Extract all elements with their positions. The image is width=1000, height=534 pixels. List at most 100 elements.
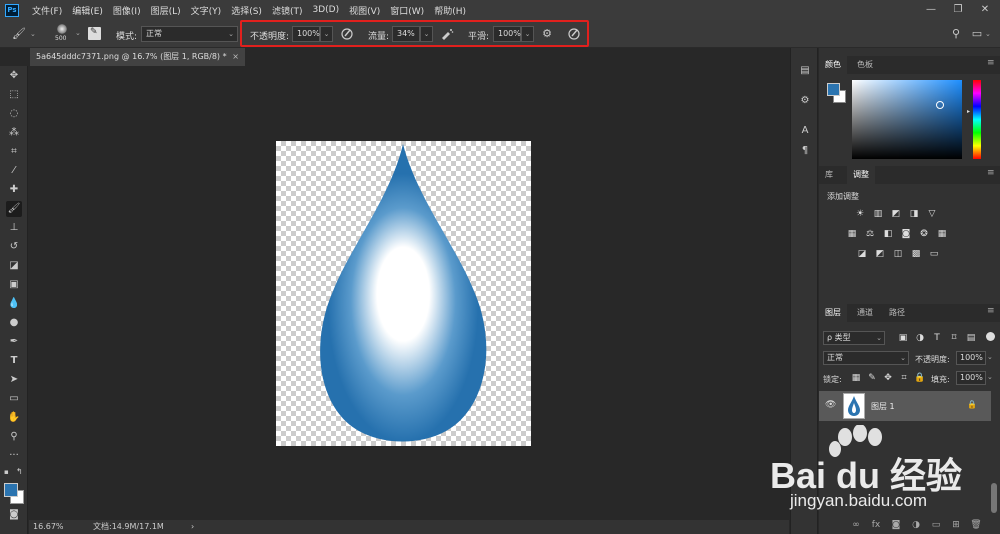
hand-tool-icon[interactable]: ✋ <box>6 410 22 426</box>
menu-filter[interactable]: 滤镜(T) <box>267 4 308 17</box>
hue-saturation-icon[interactable]: ▦ <box>846 228 858 240</box>
new-layer-icon[interactable]: ⊞ <box>949 518 963 532</box>
more-tools-icon[interactable]: ··· <box>6 448 22 464</box>
layer-style-fx-icon[interactable]: fx <box>869 518 883 532</box>
blend-mode-select[interactable]: 正常 ⌄ <box>823 351 909 365</box>
delete-layer-icon[interactable]: 🗑 <box>969 518 983 532</box>
gradient-tool-icon[interactable]: ▣ <box>6 277 22 293</box>
foreground-color-swatch[interactable] <box>4 483 18 497</box>
filter-pixel-icon[interactable]: ▣ <box>897 332 909 344</box>
history-brush-tool-icon[interactable]: ↺ <box>6 239 22 255</box>
rectangle-tool-icon[interactable]: ▭ <box>6 391 22 407</box>
selective-color-icon[interactable]: ▩ <box>910 248 922 260</box>
document-canvas[interactable] <box>276 141 531 446</box>
menu-type[interactable]: 文字(Y) <box>186 4 227 17</box>
brush-tool-icon[interactable]: 🖌 <box>6 201 22 217</box>
lock-artboard-icon[interactable]: ⌗ <box>898 372 910 384</box>
black-white-icon[interactable]: ◧ <box>882 228 894 240</box>
menu-image[interactable]: 图像(I) <box>108 4 146 17</box>
tab-layers[interactable]: 图层 <box>819 304 847 322</box>
layer-name[interactable]: 图层 1 <box>871 401 895 412</box>
quick-select-tool-icon[interactable]: ⁂ <box>6 125 22 141</box>
lock-transparent-icon[interactable]: ▦ <box>850 372 862 384</box>
add-mask-icon[interactable]: ◙ <box>889 518 903 532</box>
history-panel-icon[interactable]: ▤ <box>797 63 813 79</box>
minimize-button[interactable]: — <box>918 2 944 17</box>
workspace-chevron-icon[interactable]: ⌄ <box>985 30 991 38</box>
menu-view[interactable]: 视图(V) <box>344 4 385 17</box>
filter-toggle[interactable] <box>986 332 995 341</box>
brush-size-picker[interactable]: 500 <box>52 23 72 45</box>
menu-file[interactable]: 文件(F) <box>27 4 67 17</box>
layer-opacity-input[interactable]: 100% <box>956 351 986 365</box>
default-colors-icon[interactable]: ▪ <box>4 468 9 476</box>
tab-adjustments[interactable]: 调整 <box>847 166 875 184</box>
clone-stamp-tool-icon[interactable]: ⊥ <box>6 220 22 236</box>
workspace-icon[interactable]: ▭ <box>970 27 984 41</box>
blur-tool-icon[interactable]: 💧 <box>6 296 22 312</box>
color-picker-field[interactable] <box>852 80 962 159</box>
hue-slider[interactable] <box>973 80 981 159</box>
menu-3d[interactable]: 3D(D) <box>307 5 344 15</box>
status-menu-arrow[interactable]: › <box>191 520 194 534</box>
pen-tool-icon[interactable]: ✒ <box>6 334 22 350</box>
eyedropper-tool-icon[interactable]: ⁄ <box>6 163 22 179</box>
brush-settings-toggle-icon[interactable]: ✎ <box>88 27 101 40</box>
tool-preset-chevron-icon[interactable]: ⌄ <box>30 30 36 38</box>
brush-tool-preset-icon[interactable]: 🖌 <box>12 27 26 41</box>
eraser-tool-icon[interactable]: ◪ <box>6 258 22 274</box>
layer-row[interactable]: 👁 图层 1 🔒 <box>819 391 991 421</box>
menu-edit[interactable]: 编辑(E) <box>67 4 108 17</box>
tab-color[interactable]: 颜色 <box>819 56 847 74</box>
menu-select[interactable]: 选择(S) <box>226 4 267 17</box>
gradient-map-icon[interactable]: ▭ <box>928 248 940 260</box>
threshold-icon[interactable]: ◫ <box>892 248 904 260</box>
exposure-icon[interactable]: ◨ <box>908 208 920 220</box>
character-panel-icon[interactable]: A <box>797 123 813 139</box>
swap-colors-icon[interactable]: ↰ <box>16 467 23 476</box>
document-tab[interactable]: 5a645dddc7371.png @ 16.7% (图层 1, RGB/8) … <box>30 48 245 66</box>
filter-smart-object-icon[interactable]: ▤ <box>965 332 977 344</box>
color-panel-foreground-swatch[interactable] <box>827 83 840 96</box>
tab-channels[interactable]: 通道 <box>851 304 879 322</box>
dodge-tool-icon[interactable]: ● <box>6 315 22 331</box>
mode-select[interactable]: 正常 ⌄ <box>141 26 238 42</box>
lock-position-icon[interactable]: ✥ <box>882 372 894 384</box>
channel-mixer-icon[interactable]: ❂ <box>918 228 930 240</box>
vibrance-icon[interactable]: ▽ <box>926 208 938 220</box>
link-layers-icon[interactable]: ∞ <box>849 518 863 532</box>
crop-tool-icon[interactable]: ⌗ <box>6 144 22 160</box>
properties-panel-icon[interactable]: ⚙ <box>797 93 813 109</box>
color-balance-icon[interactable]: ⚖ <box>864 228 876 240</box>
tab-paths[interactable]: 路径 <box>883 304 911 322</box>
close-tab-icon[interactable]: × <box>232 48 239 66</box>
zoom-tool-icon[interactable]: ⚲ <box>6 429 22 445</box>
move-tool-icon[interactable]: ✥ <box>6 68 22 84</box>
photo-filter-icon[interactable]: ◙ <box>900 228 912 240</box>
zoom-level[interactable]: 16.67% <box>33 520 64 534</box>
brush-picker-chevron-icon[interactable]: ⌄ <box>75 29 81 37</box>
layers-menu-icon[interactable]: ≡ <box>987 306 995 316</box>
layer-visibility-eye-icon[interactable]: 👁 <box>825 400 836 410</box>
marquee-tool-icon[interactable]: ⬚ <box>6 87 22 103</box>
paragraph-panel-icon[interactable]: ¶ <box>797 143 813 159</box>
fill-input[interactable]: 100% <box>956 371 986 385</box>
menu-window[interactable]: 窗口(W) <box>385 4 429 17</box>
lasso-tool-icon[interactable]: ◌ <box>6 106 22 122</box>
canvas-area[interactable] <box>29 66 789 520</box>
color-lookup-icon[interactable]: ▦ <box>936 228 948 240</box>
posterize-icon[interactable]: ◩ <box>874 248 886 260</box>
hue-slider-handle-icon[interactable]: ▸ <box>967 108 970 115</box>
type-tool-icon[interactable]: T <box>6 353 22 369</box>
lock-all-icon[interactable]: 🔒 <box>914 372 926 384</box>
new-group-icon[interactable]: ▭ <box>929 518 943 532</box>
invert-icon[interactable]: ◪ <box>856 248 868 260</box>
new-adjustment-layer-icon[interactable]: ◑ <box>909 518 923 532</box>
menu-layer[interactable]: 图层(L) <box>146 4 186 17</box>
panel-menu-icon[interactable]: ≡ <box>987 58 995 68</box>
layer-filter-select[interactable]: ρ 类型 ⌄ <box>823 331 885 345</box>
tab-libraries[interactable]: 库 <box>819 166 839 184</box>
levels-icon[interactable]: ▥ <box>872 208 884 220</box>
close-window-button[interactable]: ✕ <box>972 2 998 17</box>
lock-image-icon[interactable]: ✎ <box>866 372 878 384</box>
